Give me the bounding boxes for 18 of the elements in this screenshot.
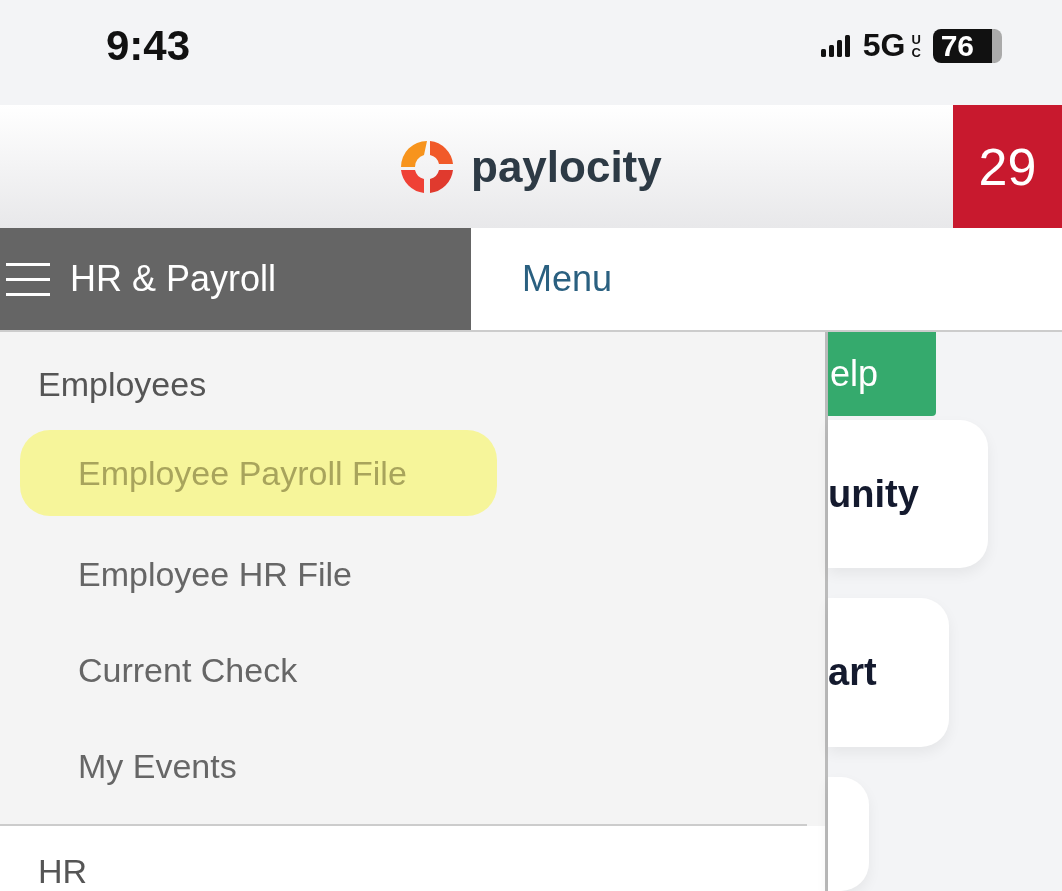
menu-item[interactable]: Employee HR File [0, 526, 352, 622]
battery-indicator: 76 [932, 28, 1002, 63]
notification-badge[interactable]: 29 [953, 105, 1062, 228]
network-sublabel: UC [911, 32, 919, 59]
section-menu-button[interactable]: HR & Payroll [0, 228, 471, 330]
status-time: 9:43 [106, 21, 191, 70]
network-label: 5G [862, 27, 906, 64]
menu-group-title[interactable]: Employees [0, 332, 207, 404]
dashboard-card[interactable]: art [828, 598, 949, 747]
menu-item[interactable]: My Events [0, 718, 237, 814]
dashboard-card[interactable] [828, 776, 869, 891]
logo-text: paylocity [471, 142, 662, 192]
menu-link[interactable]: Menu [522, 258, 613, 300]
dashboard-card[interactable]: unity [828, 419, 988, 569]
signal-icon [820, 34, 851, 57]
menu-group-title[interactable]: HR [0, 852, 88, 891]
help-button[interactable]: elp [828, 332, 936, 416]
menu-item[interactable]: Current Check [0, 622, 298, 718]
